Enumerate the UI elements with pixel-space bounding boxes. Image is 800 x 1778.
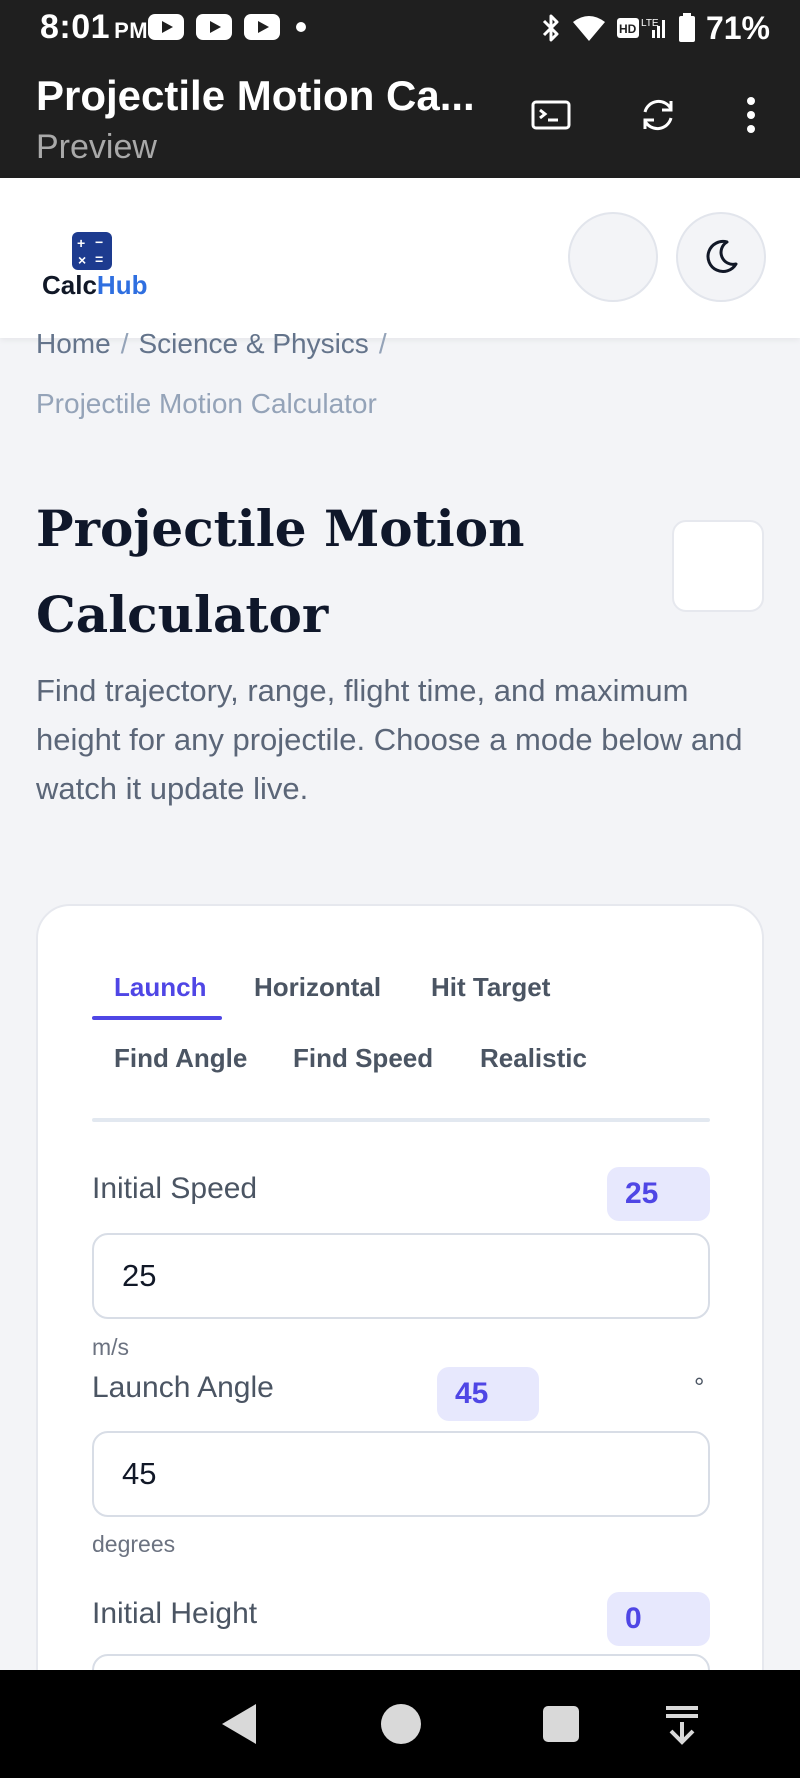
launch-angle-unit: degrees [92,1531,176,1557]
breadcrumb-separator: / [378,328,387,359]
tab-launch[interactable]: Launch [92,964,228,1010]
breadcrumb-category[interactable]: Science & Physics [138,328,368,359]
breadcrumb-separator: / [120,328,129,359]
tabs-divider [92,1118,710,1122]
status-ampm: PM [114,18,149,43]
youtube-icon [148,14,184,40]
keyboard-hide-icon[interactable] [662,1702,702,1746]
moon-icon [706,239,738,273]
youtube-icon [244,14,280,40]
app-subtitle: Preview [36,128,157,166]
title-action-box[interactable] [672,520,764,612]
back-icon[interactable] [222,1704,256,1744]
wifi-icon [572,16,605,41]
calculator-logo-icon[interactable]: + − × = [72,232,112,270]
active-tab-indicator [92,1016,222,1020]
tab-find-speed[interactable]: Find Speed [271,1035,455,1081]
app-title: Projectile Motion Ca... [36,72,475,119]
initial-speed-input[interactable]: 25 [92,1233,710,1319]
tab-realistic[interactable]: Realistic [458,1035,609,1081]
degree-symbol: ° [694,1372,705,1402]
page-description: Find trajectory, range, flight time, and… [36,673,743,806]
svg-text:HD: HD [619,22,637,36]
blank-round-button[interactable] [568,212,658,302]
navigation-bar [0,1670,800,1778]
theme-toggle-button[interactable] [676,212,766,302]
breadcrumb-home[interactable]: Home [36,328,111,359]
initial-height-value-chip: 0 [607,1592,710,1646]
status-bar: 8:01 PM HD LTE 71% [0,0,800,54]
notification-dot-icon [296,22,306,32]
bluetooth-icon [542,14,559,42]
page-title: Projectile Motion Calculator [36,499,525,644]
launch-angle-value-chip: 45 [437,1367,539,1421]
battery-percent: 71% [705,9,770,46]
refresh-icon[interactable] [635,92,681,138]
initial-speed-unit: m/s [92,1334,130,1360]
svg-text:LTE: LTE [641,18,659,29]
battery-icon [678,13,695,42]
breadcrumb-current: Projectile Motion Calculator [36,388,377,419]
hd-volte-icon: HD LTE [616,18,665,38]
status-time: 8:01 PM [40,8,149,46]
more-vert-icon[interactable] [728,92,774,138]
initial-speed-label: Initial Speed [92,1172,258,1205]
tab-horizontal[interactable]: Horizontal [232,964,403,1010]
logo-text[interactable]: CalcHub [42,270,147,301]
youtube-icon [196,14,232,40]
app-bar: Projectile Motion Ca... Preview [0,54,800,178]
tab-find-angle[interactable]: Find Angle [92,1035,269,1081]
initial-speed-value-chip: 25 [607,1167,710,1221]
home-icon[interactable] [381,1704,421,1744]
initial-height-label: Initial Height [92,1597,258,1630]
tab-hit-target[interactable]: Hit Target [409,964,572,1010]
recent-apps-icon[interactable] [543,1706,579,1742]
terminal-icon[interactable] [528,92,574,138]
site-header: + − × = CalcHub [0,178,800,338]
breadcrumb: Home / Science & Physics / [36,328,397,360]
launch-angle-label: Launch Angle [92,1371,274,1404]
launch-angle-input[interactable]: 45 [92,1431,710,1517]
